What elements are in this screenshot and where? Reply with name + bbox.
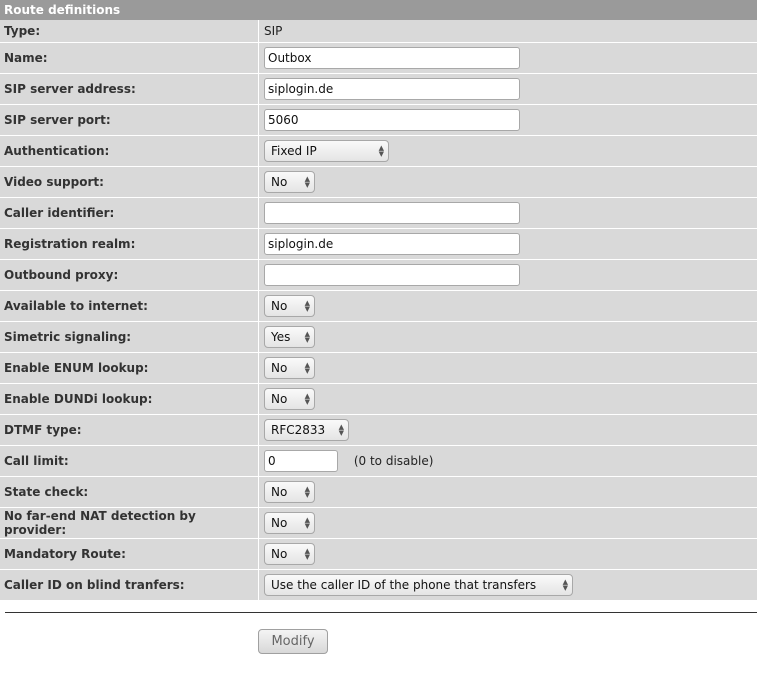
route-definitions-panel: Route definitions Type: SIP Name: SIP se…: [0, 0, 757, 654]
sip-port-input[interactable]: [264, 109, 520, 131]
dundi-lookup-select[interactable]: No ▲ ▼: [264, 388, 315, 410]
mandatory-route-label: Mandatory Route:: [0, 539, 259, 570]
video-support-select[interactable]: No ▲ ▼: [264, 171, 315, 193]
form-row-state-check: State check: No ▲ ▼: [0, 477, 757, 508]
select-arrows-icon: ▲ ▼: [304, 392, 310, 406]
form-row-enum-lookup: Enable ENUM lookup: No ▲ ▼: [0, 353, 757, 384]
sip-port-label: SIP server port:: [0, 105, 259, 136]
select-arrows-icon: ▲ ▼: [304, 330, 310, 344]
enum-lookup-select[interactable]: No ▲ ▼: [264, 357, 315, 379]
authentication-label: Authentication:: [0, 136, 259, 167]
form-row-sip-port: SIP server port:: [0, 105, 757, 136]
call-limit-input[interactable]: [264, 450, 338, 472]
panel-header: Route definitions: [0, 0, 757, 20]
mandatory-route-select[interactable]: No ▲ ▼: [264, 543, 315, 565]
select-arrows-icon: ▲ ▼: [304, 516, 310, 530]
form-row-video-support: Video support: No ▲ ▼: [0, 167, 757, 198]
registration-realm-input[interactable]: [264, 233, 520, 255]
outbound-proxy-label: Outbound proxy:: [0, 260, 259, 291]
route-form: Type: SIP Name: SIP server address: SIP …: [0, 20, 757, 601]
form-row-nat-detection: No far-end NAT detection by provider: No…: [0, 508, 757, 539]
sip-address-label: SIP server address:: [0, 74, 259, 105]
form-row-name: Name:: [0, 43, 757, 74]
form-row-simetric-signaling: Simetric signaling: Yes ▲ ▼: [0, 322, 757, 353]
select-arrows-icon: ▲ ▼: [378, 144, 384, 158]
dtmf-type-select[interactable]: RFC2833 ▲ ▼: [264, 419, 349, 441]
registration-realm-label: Registration realm:: [0, 229, 259, 260]
available-internet-selected-value: No: [271, 299, 288, 313]
nat-detection-label: No far-end NAT detection by provider:: [0, 508, 259, 539]
select-arrows-icon: ▲ ▼: [304, 299, 310, 313]
form-row-dtmf-type: DTMF type: RFC2833 ▲ ▼: [0, 415, 757, 446]
name-input[interactable]: [264, 47, 520, 69]
enum-lookup-selected-value: No: [271, 361, 288, 375]
caller-identifier-label: Caller identifier:: [0, 198, 259, 229]
video-support-label: Video support:: [0, 167, 259, 198]
select-arrows-icon: ▲ ▼: [304, 361, 310, 375]
nat-detection-selected-value: No: [271, 516, 288, 530]
select-arrows-icon: ▲ ▼: [304, 485, 310, 499]
form-row-authentication: Authentication: Fixed IP ▲ ▼: [0, 136, 757, 167]
available-internet-label: Available to internet:: [0, 291, 259, 322]
authentication-selected-value: Fixed IP: [271, 144, 317, 158]
dtmf-type-selected-value: RFC2833: [271, 423, 326, 437]
blind-transfer-selected-value: Use the caller ID of the phone that tran…: [271, 578, 537, 592]
simetric-signaling-label: Simetric signaling:: [0, 322, 259, 353]
select-arrows-icon: ▲ ▼: [304, 175, 310, 189]
name-label: Name:: [0, 43, 259, 74]
form-row-dundi-lookup: Enable DUNDi lookup: No ▲ ▼: [0, 384, 757, 415]
blind-transfer-select[interactable]: Use the caller ID of the phone that tran…: [264, 574, 573, 596]
form-row-outbound-proxy: Outbound proxy:: [0, 260, 757, 291]
form-divider: [5, 612, 757, 613]
form-row-caller-identifier: Caller identifier:: [0, 198, 757, 229]
outbound-proxy-input[interactable]: [264, 264, 520, 286]
modify-button[interactable]: Modify: [258, 629, 328, 654]
caller-identifier-input[interactable]: [264, 202, 520, 224]
simetric-signaling-selected-value: Yes: [271, 330, 291, 344]
available-internet-select[interactable]: No ▲ ▼: [264, 295, 315, 317]
type-value: SIP: [259, 20, 757, 43]
video-support-selected-value: No: [271, 175, 288, 189]
form-row-registration-realm: Registration realm:: [0, 229, 757, 260]
form-row-call-limit: Call limit: (0 to disable): [0, 446, 757, 477]
form-row-blind-transfer: Caller ID on blind tranfers: Use the cal…: [0, 570, 757, 601]
type-label: Type:: [0, 20, 259, 43]
blind-transfer-label: Caller ID on blind tranfers:: [0, 570, 259, 601]
enum-lookup-label: Enable ENUM lookup:: [0, 353, 259, 384]
simetric-signaling-select[interactable]: Yes ▲ ▼: [264, 326, 315, 348]
dundi-lookup-selected-value: No: [271, 392, 288, 406]
state-check-label: State check:: [0, 477, 259, 508]
state-check-selected-value: No: [271, 485, 288, 499]
dundi-lookup-label: Enable DUNDi lookup:: [0, 384, 259, 415]
dtmf-type-label: DTMF type:: [0, 415, 259, 446]
authentication-select[interactable]: Fixed IP ▲ ▼: [264, 140, 389, 162]
select-arrows-icon: ▲ ▼: [562, 578, 568, 592]
sip-address-input[interactable]: [264, 78, 520, 100]
form-row-sip-address: SIP server address:: [0, 74, 757, 105]
form-row-type: Type: SIP: [0, 20, 757, 43]
select-arrows-icon: ▲ ▼: [338, 423, 344, 437]
form-row-available-internet: Available to internet: No ▲ ▼: [0, 291, 757, 322]
mandatory-route-selected-value: No: [271, 547, 288, 561]
nat-detection-select[interactable]: No ▲ ▼: [264, 512, 315, 534]
call-limit-hint: (0 to disable): [353, 454, 434, 468]
form-row-mandatory-route: Mandatory Route: No ▲ ▼: [0, 539, 757, 570]
state-check-select[interactable]: No ▲ ▼: [264, 481, 315, 503]
select-arrows-icon: ▲ ▼: [304, 547, 310, 561]
call-limit-label: Call limit:: [0, 446, 259, 477]
